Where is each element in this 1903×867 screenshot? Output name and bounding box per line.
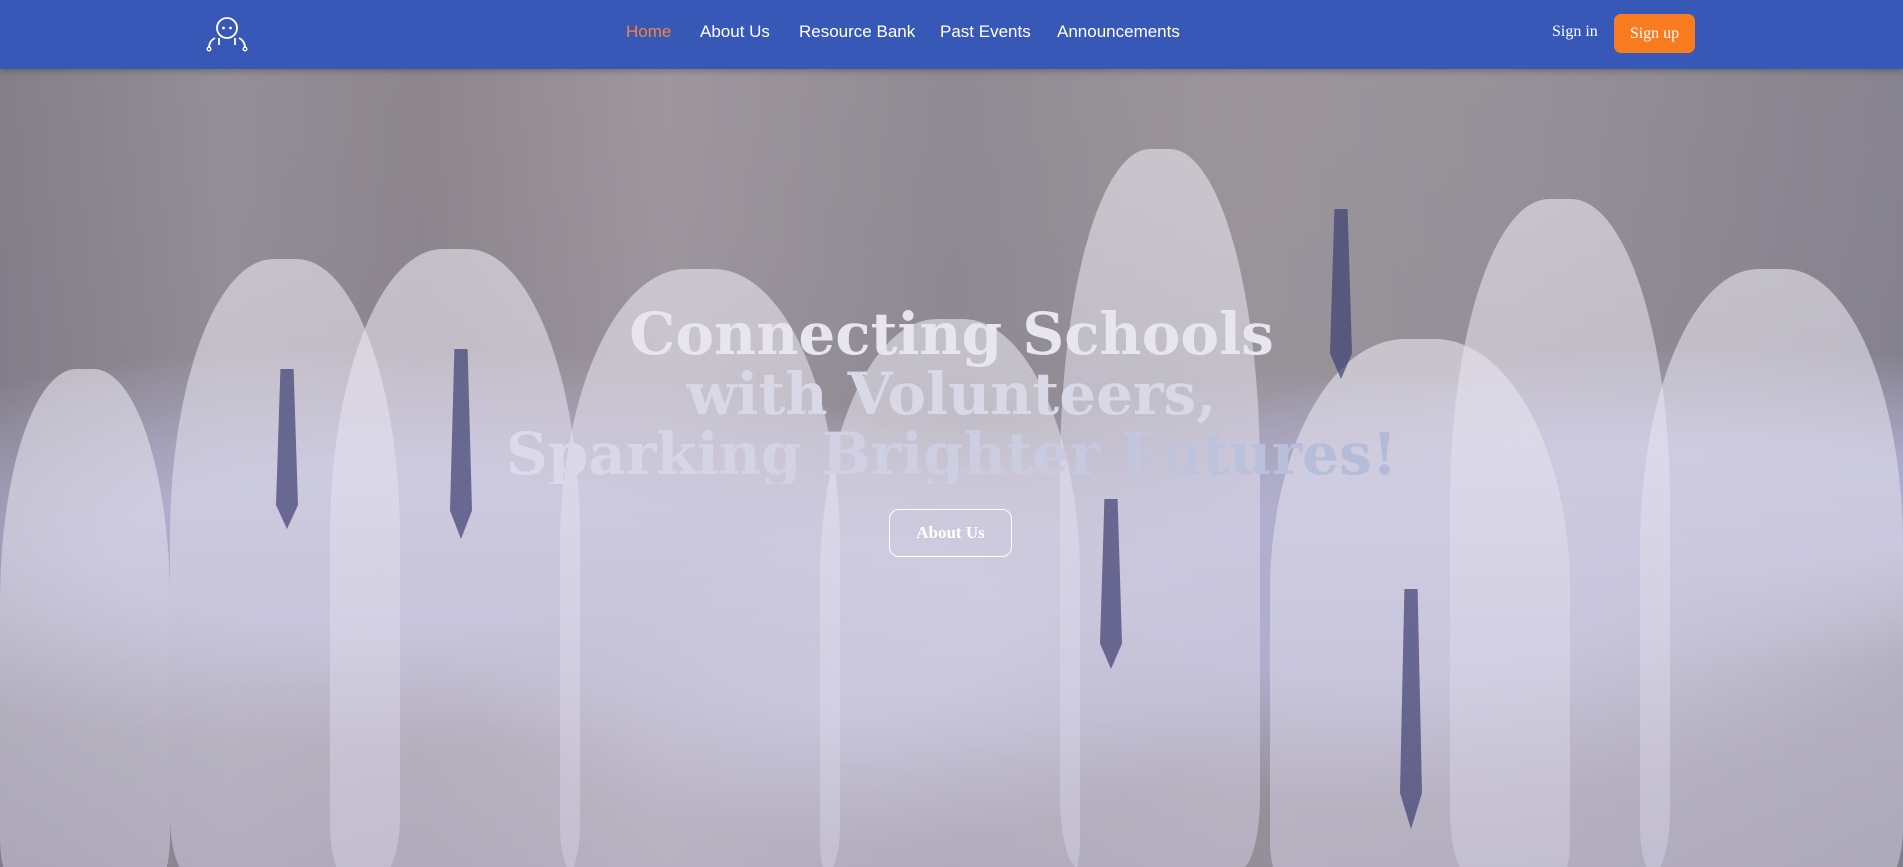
nav-announcements[interactable]: Announcements (1057, 22, 1180, 42)
nav-past-events[interactable]: Past Events (940, 22, 1031, 42)
sign-in-link[interactable]: Sign in (1552, 23, 1598, 41)
hero-banner: Connecting Schools with Volunteers, Spar… (0, 69, 1903, 867)
nav-resource-bank[interactable]: Resource Bank (799, 22, 915, 42)
sign-up-button[interactable]: Sign up (1614, 14, 1695, 53)
hero-headline: Connecting Schools with Volunteers, Spar… (0, 304, 1903, 484)
top-navbar: Home About Us Resource Bank Past Events … (0, 0, 1903, 69)
headline-line-1: Connecting Schools (629, 300, 1274, 368)
about-us-button[interactable]: About Us (889, 509, 1012, 557)
nav-home[interactable]: Home (626, 22, 671, 42)
nav-about-us[interactable]: About Us (700, 22, 770, 42)
headline-line-2: with Volunteers, (686, 360, 1217, 428)
headline-line-3: Sparking Brighter Futures! (0, 424, 1903, 484)
